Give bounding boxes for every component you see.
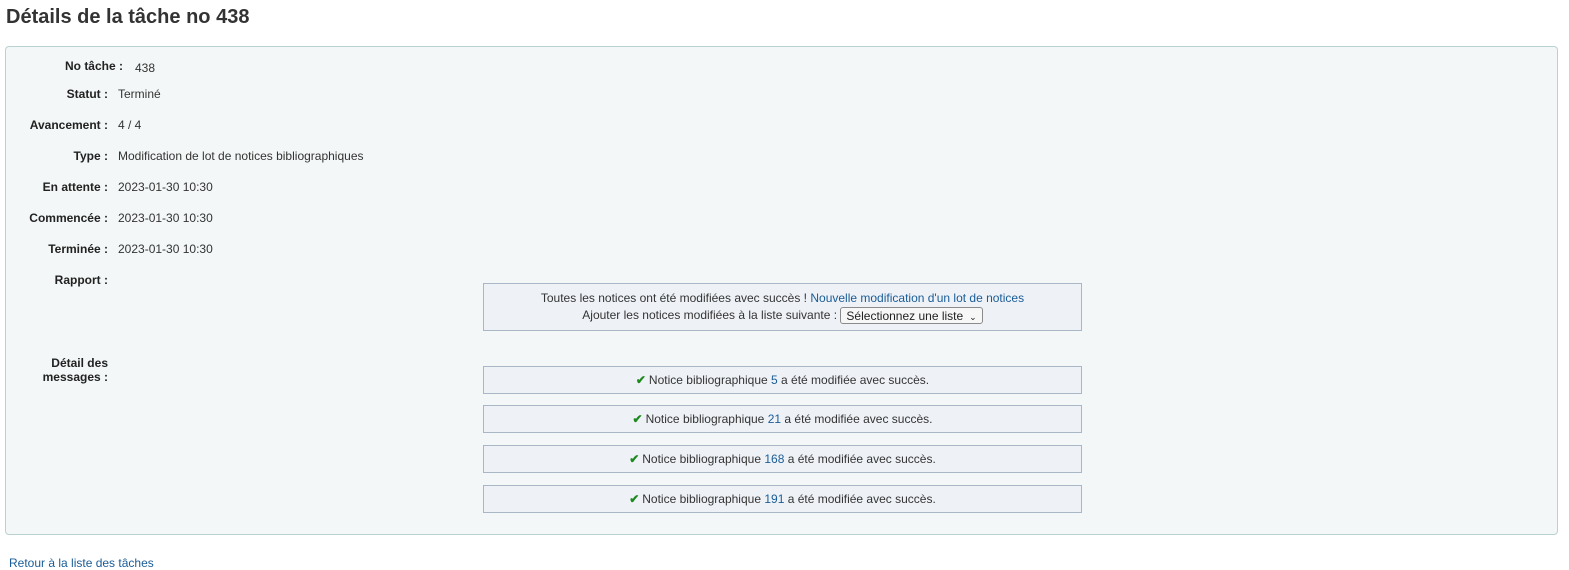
report-add-to-list-line: Ajouter les notices modifiées à la liste… [484, 307, 1081, 325]
ended-label: Terminée : [48, 242, 108, 256]
page-title: Détails de la tâche no 438 [6, 6, 250, 28]
messages-label-line2: messages : [42, 370, 108, 384]
record-link[interactable]: 5 [771, 373, 778, 387]
messages-label-line1: Détail des [51, 356, 108, 370]
message-prefix: Notice bibliographique [645, 412, 768, 426]
type-value: Modification de lot de notices bibliogra… [118, 149, 364, 163]
job-id-value: 438 [135, 61, 156, 75]
list-select[interactable]: Sélectionnez une liste ⌄ [840, 307, 983, 325]
record-link[interactable]: 168 [764, 452, 784, 466]
report-success-line: Toutes les notices ont été modifiées ave… [484, 290, 1081, 307]
new-batch-modification-link[interactable]: Nouvelle modification d'un lot de notice… [810, 291, 1024, 305]
messages-label: Détail des messages : [6, 356, 108, 384]
report-box: Toutes les notices ont été modifiées ave… [483, 283, 1082, 331]
record-link[interactable]: 21 [768, 412, 781, 426]
report-success-text: Toutes les notices ont été modifiées ave… [540, 291, 811, 305]
status-label: Statut : [66, 87, 108, 101]
message-suffix: a été modifiée avec succès. [777, 373, 930, 387]
check-icon: ✔ [629, 452, 640, 466]
progress-value: 4 / 4 [118, 118, 142, 132]
message-prefix: Notice bibliographique [642, 492, 765, 506]
started-label: Commencée : [29, 211, 108, 225]
check-icon: ✔ [635, 373, 646, 387]
job-details-panel: No tâche : 438 Statut : Terminé Avanceme… [5, 46, 1558, 535]
message-item: ✔ Notice bibliographique 191 a été modifi… [483, 485, 1082, 513]
status-value: Terminé [118, 87, 161, 101]
check-icon: ✔ [629, 492, 640, 506]
back-to-jobs-link[interactable]: Retour à la liste des tâches [9, 556, 154, 570]
add-to-list-text: Ajouter les notices modifiées à la liste… [582, 308, 841, 322]
progress-label: Avancement : [29, 118, 108, 132]
message-prefix: Notice bibliographique [642, 452, 765, 466]
record-link[interactable]: 191 [764, 492, 784, 506]
report-label: Rapport : [54, 273, 108, 287]
started-value: 2023-01-30 10:30 [118, 211, 213, 225]
message-prefix: Notice bibliographique [648, 373, 772, 387]
message-suffix: a été modifiée avec succès. [784, 452, 936, 466]
ended-value: 2023-01-30 10:30 [118, 242, 213, 256]
list-select-value: Sélectionnez une liste [846, 309, 964, 324]
enqueued-value: 2023-01-30 10:30 [118, 180, 213, 194]
message-suffix: a été modifiée avec succès. [784, 492, 936, 506]
chevron-down-icon: ⌄ [969, 312, 977, 323]
enqueued-label: En attente : [42, 180, 108, 194]
message-item: ✔ Notice bibliographique 21 a été modifié… [483, 405, 1082, 433]
message-item: ✔ Notice bibliographique 168 a été modifi… [483, 445, 1082, 473]
message-suffix: a été modifiée avec succès. [781, 412, 933, 426]
type-label: Type : [73, 149, 108, 163]
job-id-label: No tâche : [64, 59, 123, 73]
message-item: ✔ Notice bibliographique 5 a été modifiée… [483, 366, 1082, 394]
check-icon: ✔ [632, 412, 643, 426]
